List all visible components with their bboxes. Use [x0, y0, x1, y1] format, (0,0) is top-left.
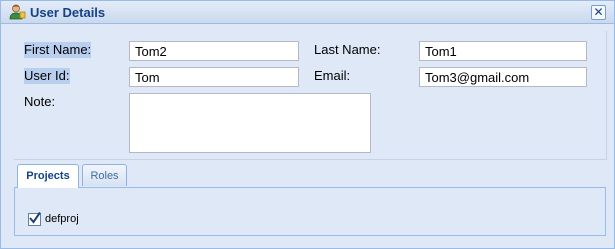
checkmark-icon: [29, 211, 41, 224]
user-details-window: User Details ✕ First Name: Last Name: Us…: [0, 0, 615, 249]
project-checkbox-row[interactable]: defproj: [28, 211, 79, 227]
user-form: First Name: Last Name: User Id: Email: N…: [14, 31, 607, 160]
user-icon: [9, 4, 26, 20]
tab-roles[interactable]: Roles: [82, 164, 127, 186]
projects-panel: defproj: [14, 188, 606, 236]
tab-projects[interactable]: Projects: [17, 164, 79, 188]
close-icon: ✕: [593, 5, 604, 19]
window-title: User Details: [30, 5, 106, 20]
close-button[interactable]: ✕: [591, 5, 606, 20]
note-textarea[interactable]: [129, 93, 371, 153]
tab-strip: Projects Roles: [14, 163, 606, 188]
email-label: Email:: [314, 68, 351, 83]
note-label: Note:: [24, 94, 56, 109]
email-input[interactable]: [419, 67, 587, 87]
defproj-label: defproj: [45, 213, 79, 225]
first-name-label: First Name:: [24, 42, 92, 58]
last-name-label: Last Name:: [314, 42, 381, 57]
window-titlebar[interactable]: User Details ✕: [1, 1, 614, 24]
user-id-input[interactable]: [129, 67, 299, 87]
first-name-input[interactable]: [129, 41, 299, 61]
user-id-label: User Id:: [24, 68, 70, 84]
last-name-input[interactable]: [419, 41, 587, 61]
defproj-checkbox[interactable]: [28, 211, 41, 226]
